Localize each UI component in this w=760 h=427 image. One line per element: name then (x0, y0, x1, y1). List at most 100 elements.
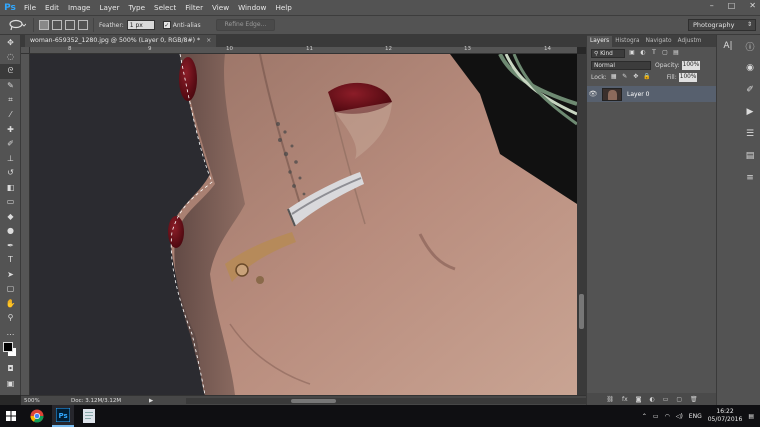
file-explorer-icon[interactable] (78, 405, 100, 427)
trash-icon[interactable]: 🗑 (690, 396, 698, 403)
color-swatches[interactable] (0, 340, 20, 362)
hand-icon[interactable]: ✋ (0, 296, 21, 311)
lasso-icon[interactable] (6, 18, 28, 32)
notifications-icon[interactable]: ▤ (748, 413, 754, 420)
foreground-color[interactable] (3, 341, 13, 352)
layer-row[interactable]: 👁 Layer 0 (587, 86, 716, 102)
crop-icon[interactable]: ⌗ (0, 93, 21, 108)
character-icon[interactable]: A| (717, 35, 739, 57)
menu-help[interactable]: Help (275, 3, 291, 12)
lock-all-icon[interactable]: 🔒 (643, 73, 651, 81)
windows-start-icon[interactable] (0, 405, 22, 427)
document-tab[interactable]: woman-659352_1280.jpg @ 500% (Layer 0, R… (25, 35, 217, 47)
volume-icon[interactable]: ◁) (676, 413, 683, 420)
mask-icon[interactable]: ◙ (636, 396, 642, 403)
menu-window[interactable]: Window (238, 3, 266, 12)
gradient-icon[interactable]: ▭ (0, 195, 21, 210)
lock-position-icon[interactable]: ✥ (632, 73, 640, 81)
clock[interactable]: 16:22 05/07/2016 (708, 408, 743, 424)
fx-icon[interactable]: fx (622, 396, 628, 403)
marquee-icon[interactable]: ◌ (0, 50, 21, 65)
edit-toolbar-icon[interactable]: … (0, 325, 21, 340)
dodge-icon[interactable]: ● (0, 224, 21, 239)
menu-type[interactable]: Type (129, 3, 146, 12)
adjustment-icon[interactable]: ◐ (649, 396, 654, 403)
eraser-icon[interactable]: ◧ (0, 180, 21, 195)
menu-image[interactable]: Image (68, 3, 91, 12)
horizontal-ruler[interactable]: 8 9 10 11 12 13 14 (30, 46, 577, 54)
new-layer-icon[interactable]: ▢ (676, 396, 682, 403)
link-icon[interactable]: ⛓ (606, 396, 614, 403)
tab-layers[interactable]: Layers (587, 36, 613, 47)
menu-view[interactable]: View (212, 3, 229, 12)
properties-icon[interactable]: ≡ (739, 167, 760, 189)
quick-mask-icon[interactable]: ◘ (0, 362, 21, 377)
shape-icon[interactable]: ▢ (0, 282, 21, 297)
subtract-selection-mode-icon[interactable] (65, 20, 75, 30)
shape-filter-icon[interactable]: ▢ (661, 49, 669, 57)
color-icon[interactable]: ◉ (739, 57, 760, 79)
close-icon[interactable]: ✕ (749, 1, 756, 10)
filter-kind-select[interactable]: ⚲ Kind (591, 48, 625, 58)
horizontal-scrollbar[interactable] (186, 398, 586, 404)
opacity-input[interactable]: 100% (681, 60, 700, 70)
add-selection-mode-icon[interactable] (52, 20, 62, 30)
zoom-level[interactable]: 500% (21, 398, 47, 404)
language-indicator[interactable]: ENG (689, 413, 702, 420)
smart-object-filter-icon[interactable]: ▤ (672, 49, 680, 57)
vertical-ruler[interactable] (21, 54, 30, 395)
minimize-icon[interactable]: – (710, 1, 714, 10)
tab-navigator[interactable]: Navigato (643, 36, 675, 47)
path-select-icon[interactable]: ➤ (0, 267, 21, 282)
network-icon[interactable]: ◠ (665, 413, 670, 420)
photoshop-icon[interactable]: Ps (52, 405, 74, 427)
vertical-scroll-thumb[interactable] (579, 294, 584, 329)
intersect-selection-mode-icon[interactable] (78, 20, 88, 30)
maximize-icon[interactable]: □ (728, 1, 736, 10)
info-icon[interactable]: ⓘ (739, 35, 760, 57)
document-canvas[interactable] (30, 54, 577, 395)
tab-adjustments[interactable]: Adjustm (675, 36, 705, 47)
blur-icon[interactable]: ◆ (0, 209, 21, 224)
history-brush-icon[interactable]: ↺ (0, 166, 21, 181)
healing-icon[interactable]: ✚ (0, 122, 21, 137)
status-menu-arrow[interactable]: ▶ (149, 398, 153, 404)
menu-filter[interactable]: Filter (185, 3, 203, 12)
quick-select-icon[interactable]: ✎ (0, 79, 21, 94)
lock-transparent-icon[interactable]: ▦ (610, 73, 618, 81)
zoom-icon[interactable]: ⚲ (0, 311, 21, 326)
vertical-scrollbar[interactable] (577, 54, 586, 395)
tab-histogram[interactable]: Histogra (612, 36, 642, 47)
pen-icon[interactable]: ✒ (0, 238, 21, 253)
adjustments-icon[interactable]: ☰ (739, 123, 760, 145)
lock-pixels-icon[interactable]: ✎ (621, 73, 629, 81)
menu-layer[interactable]: Layer (99, 3, 119, 12)
layer-name[interactable]: Layer 0 (627, 91, 649, 98)
brush-icon[interactable]: ✐ (0, 137, 21, 152)
stamp-icon[interactable]: ⊥ (0, 151, 21, 166)
adjustment-filter-icon[interactable]: ◐ (639, 49, 647, 57)
type-filter-icon[interactable]: T (650, 49, 658, 57)
screen-mode-icon[interactable]: ▣ (0, 376, 21, 391)
ruler-origin[interactable] (21, 47, 30, 54)
close-icon[interactable]: × (206, 37, 211, 44)
eye-icon[interactable]: 👁 (587, 90, 599, 98)
chevron-up-icon[interactable]: ⌃ (642, 413, 647, 420)
menu-select[interactable]: Select (154, 3, 176, 12)
brush-presets-icon[interactable]: ✐ (739, 79, 760, 101)
folder-icon[interactable]: ▭ (663, 396, 669, 403)
workspace-select[interactable]: Photography ⇕ (688, 19, 756, 31)
eyedropper-icon[interactable]: ⁄ (0, 108, 21, 123)
battery-icon[interactable]: ▭ (653, 413, 659, 420)
blend-mode-select[interactable]: Normal (591, 60, 651, 70)
menu-edit[interactable]: Edit (45, 3, 59, 12)
type-icon[interactable]: T (0, 253, 21, 268)
chrome-icon[interactable] (26, 405, 48, 427)
lasso-icon[interactable]: ᘓ (0, 64, 21, 79)
anti-alias-checkbox[interactable]: ✓ (162, 21, 171, 29)
feather-input[interactable]: 1 px (126, 20, 155, 30)
fill-input[interactable]: 100% (678, 72, 697, 82)
layer-comps-icon[interactable]: ▤ (739, 145, 760, 167)
pixel-filter-icon[interactable]: ▣ (628, 49, 636, 57)
horizontal-scroll-thumb[interactable] (291, 399, 336, 403)
